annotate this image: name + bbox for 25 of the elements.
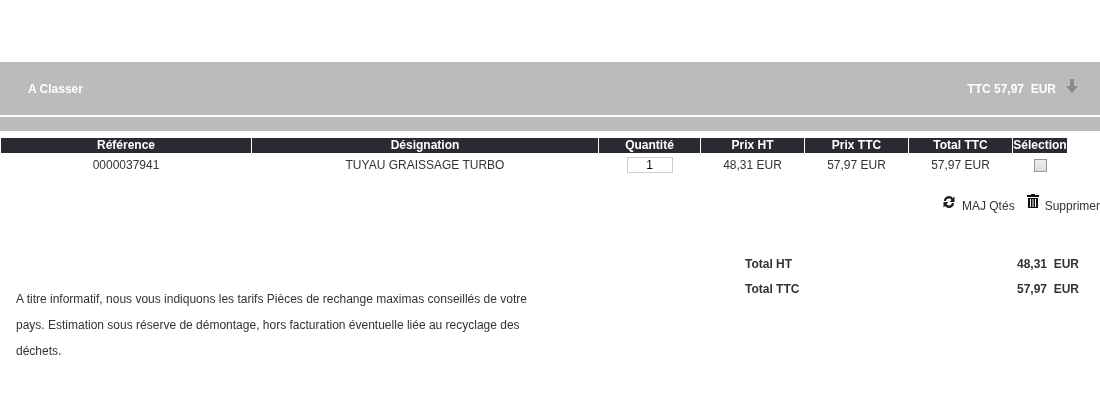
table-cell: TUYAU GRAISSAGE TURBO xyxy=(345,158,505,172)
refresh-icon[interactable] xyxy=(941,194,956,210)
table-cell: 57,97 EUR xyxy=(931,158,990,172)
table-cell: 0000037941 xyxy=(92,158,160,172)
update-quantities-link[interactable]: MAJ Qtés xyxy=(961,199,1015,213)
total-label: Total HT xyxy=(745,257,793,273)
panel-total: TTC 57,97 EUR xyxy=(967,81,1056,96)
delete-link[interactable]: Supprimer xyxy=(1044,199,1100,213)
trash-icon[interactable] xyxy=(1026,194,1039,208)
column-header: Prix HT xyxy=(701,138,804,153)
column-header: Sélection xyxy=(1013,138,1067,153)
notice-text: A titre informatif, nous vous indiquons les tarifs Pièces de rechange maximas conseillés de votre pays. Estimation sous réserve de démontage, hors facturation éventuelle liée au recyclage des déchets. xyxy=(16,291,528,360)
quantity-field[interactable]: 1 xyxy=(626,157,673,173)
panel-title: A Classer xyxy=(28,81,84,96)
column-header: Prix TTC xyxy=(805,138,908,153)
total-label: Total TTC xyxy=(745,282,800,298)
total-value: 57,97 EUR xyxy=(1016,282,1079,298)
table-cell: 57,97 EUR xyxy=(827,158,886,172)
column-header: Total TTC xyxy=(909,138,1012,153)
select-checkbox[interactable] xyxy=(1033,159,1047,173)
column-header: Référence xyxy=(1,138,251,153)
column-header: Quantité xyxy=(599,138,700,153)
table-cell: 48,31 EUR xyxy=(723,158,782,172)
column-header: Désignation xyxy=(252,138,598,153)
total-value: 48,31 EUR xyxy=(1016,257,1079,273)
